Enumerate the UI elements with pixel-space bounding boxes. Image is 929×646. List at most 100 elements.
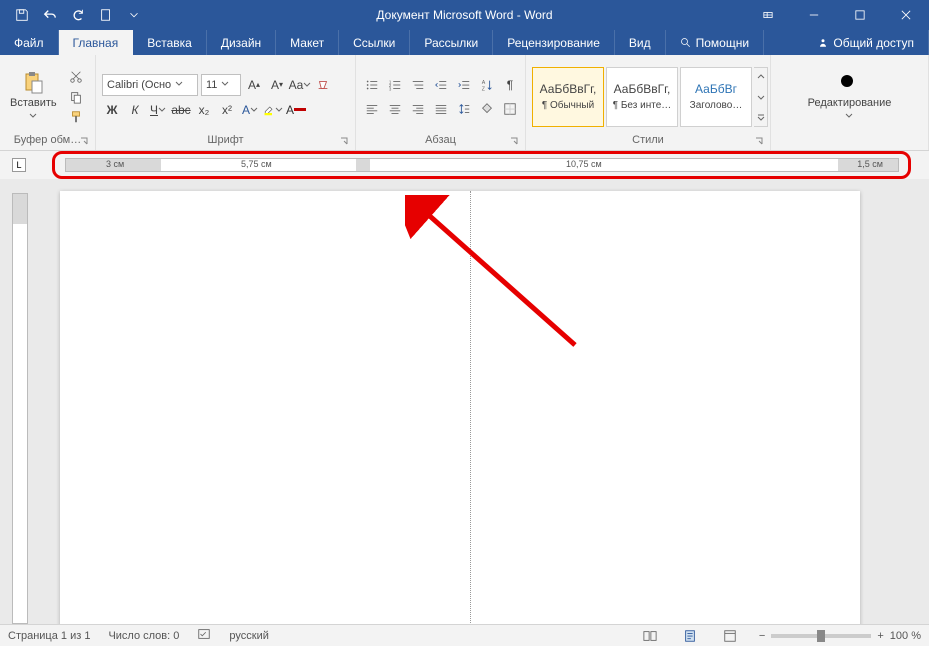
font-group-label: Шрифт bbox=[207, 134, 243, 146]
quick-access-toolbar bbox=[0, 3, 146, 27]
ribbon: Вставить Буфер обм… Calibri (Осно 11 A▴ … bbox=[0, 55, 929, 151]
tab-selector[interactable]: L bbox=[12, 158, 26, 172]
svg-text:3: 3 bbox=[389, 86, 392, 91]
ribbon-tabs: Файл Главная Вставка Дизайн Макет Ссылки… bbox=[0, 30, 929, 55]
group-editing: Редактирование bbox=[771, 55, 929, 150]
status-bar: Страница 1 из 1 Число слов: 0 русский − … bbox=[0, 624, 929, 646]
new-doc-button[interactable] bbox=[94, 3, 118, 27]
paste-button[interactable]: Вставить bbox=[6, 69, 61, 125]
style-no-spacing[interactable]: АаБбВвГг, ¶ Без инте… bbox=[606, 67, 678, 127]
tab-design[interactable]: Дизайн bbox=[207, 30, 276, 55]
tab-file[interactable]: Файл bbox=[0, 30, 59, 55]
ribbon-options-button[interactable] bbox=[745, 0, 791, 30]
group-font: Calibri (Осно 11 A▴ A▾ Aa Ж К Ч abc x₂ x… bbox=[96, 55, 356, 150]
tab-review[interactable]: Рецензирование bbox=[493, 30, 615, 55]
zoom-out-button[interactable]: − bbox=[759, 630, 765, 642]
decrease-indent-button[interactable] bbox=[431, 75, 451, 95]
tab-insert[interactable]: Вставка bbox=[133, 30, 207, 55]
show-marks-button[interactable]: ¶ bbox=[500, 75, 520, 95]
status-words[interactable]: Число слов: 0 bbox=[108, 630, 179, 642]
cut-button[interactable] bbox=[67, 68, 85, 86]
font-name-value: Calibri (Осно bbox=[107, 79, 171, 91]
font-launcher[interactable] bbox=[339, 136, 349, 146]
align-right-button[interactable] bbox=[408, 99, 428, 119]
close-button[interactable] bbox=[883, 0, 929, 30]
underline-button[interactable]: Ч bbox=[148, 100, 168, 120]
editing-button[interactable]: Редактирование bbox=[804, 69, 896, 125]
window-controls bbox=[745, 0, 929, 30]
window-title: Документ Microsoft Word - Word bbox=[376, 8, 552, 22]
editing-label: Редактирование bbox=[808, 97, 892, 109]
font-color-button[interactable]: A bbox=[286, 100, 306, 120]
redo-button[interactable] bbox=[66, 3, 90, 27]
strike-button[interactable]: abc bbox=[171, 100, 191, 120]
styles-launcher[interactable] bbox=[754, 136, 764, 146]
annotation-highlight bbox=[52, 151, 911, 179]
align-center-button[interactable] bbox=[385, 99, 405, 119]
clear-formatting-button[interactable] bbox=[313, 75, 333, 95]
superscript-button[interactable]: x² bbox=[217, 100, 237, 120]
grow-font-button[interactable]: A▴ bbox=[244, 75, 264, 95]
paragraph-label: Абзац bbox=[425, 134, 456, 146]
align-left-button[interactable] bbox=[362, 99, 382, 119]
justify-button[interactable] bbox=[431, 99, 451, 119]
bullets-button[interactable] bbox=[362, 75, 382, 95]
style-preview: АаБбВвГг, bbox=[540, 82, 597, 96]
status-page[interactable]: Страница 1 из 1 bbox=[8, 630, 90, 642]
subscript-button[interactable]: x₂ bbox=[194, 100, 214, 120]
shrink-font-button[interactable]: A▾ bbox=[267, 75, 287, 95]
tab-layout[interactable]: Макет bbox=[276, 30, 339, 55]
clipboard-launcher[interactable] bbox=[79, 136, 89, 146]
tab-share[interactable]: Общий доступ bbox=[803, 30, 929, 55]
highlight-button[interactable] bbox=[263, 100, 283, 120]
borders-button[interactable] bbox=[500, 99, 520, 119]
style-name: Заголово… bbox=[690, 100, 743, 111]
svg-text:Z: Z bbox=[482, 86, 486, 92]
format-painter-button[interactable] bbox=[67, 108, 85, 126]
status-language[interactable]: русский bbox=[229, 630, 268, 642]
style-gallery-scroll[interactable] bbox=[754, 67, 768, 127]
font-name-combo[interactable]: Calibri (Осно bbox=[102, 74, 198, 96]
zoom-slider[interactable] bbox=[771, 634, 871, 638]
qat-customize-button[interactable] bbox=[122, 3, 146, 27]
shading-button[interactable] bbox=[477, 99, 497, 119]
numbering-button[interactable]: 123 bbox=[385, 75, 405, 95]
save-button[interactable] bbox=[10, 3, 34, 27]
increase-indent-button[interactable] bbox=[454, 75, 474, 95]
document-page[interactable] bbox=[60, 191, 860, 624]
maximize-button[interactable] bbox=[837, 0, 883, 30]
bold-button[interactable]: Ж bbox=[102, 100, 122, 120]
undo-button[interactable] bbox=[38, 3, 62, 27]
zoom-value[interactable]: 100 % bbox=[890, 630, 921, 642]
tab-references[interactable]: Ссылки bbox=[339, 30, 410, 55]
paragraph-launcher[interactable] bbox=[509, 136, 519, 146]
group-styles: АаБбВвГг, ¶ Обычный АаБбВвГг, ¶ Без инте… bbox=[526, 55, 771, 150]
text-effects-button[interactable]: A bbox=[240, 100, 260, 120]
copy-button[interactable] bbox=[67, 88, 85, 106]
minimize-button[interactable] bbox=[791, 0, 837, 30]
view-web-button[interactable] bbox=[719, 627, 741, 645]
column-divider bbox=[470, 191, 471, 624]
line-spacing-button[interactable] bbox=[454, 99, 474, 119]
group-clipboard: Вставить Буфер обм… bbox=[0, 55, 96, 150]
status-proofing-icon[interactable] bbox=[197, 627, 211, 644]
style-heading1[interactable]: АаБбВг Заголово… bbox=[680, 67, 752, 127]
zoom-in-button[interactable]: + bbox=[877, 630, 883, 642]
style-normal[interactable]: АаБбВвГг, ¶ Обычный bbox=[532, 67, 604, 127]
view-print-button[interactable] bbox=[679, 627, 701, 645]
sort-button[interactable]: AZ bbox=[477, 75, 497, 95]
tab-home[interactable]: Главная bbox=[59, 30, 134, 55]
tab-mailings[interactable]: Рассылки bbox=[410, 30, 493, 55]
vertical-ruler[interactable] bbox=[12, 193, 28, 624]
change-case-button[interactable]: Aa bbox=[290, 75, 310, 95]
view-read-button[interactable] bbox=[639, 627, 661, 645]
title-bar: Документ Microsoft Word - Word bbox=[0, 0, 929, 30]
font-size-combo[interactable]: 11 bbox=[201, 74, 241, 96]
share-label: Общий доступ bbox=[833, 36, 914, 50]
tab-tell-me[interactable]: Помощни bbox=[666, 30, 764, 55]
multilevel-button[interactable] bbox=[408, 75, 428, 95]
horizontal-ruler-area: L 3 см 5,75 см 10,75 см 1,5 см bbox=[0, 151, 929, 179]
group-paragraph: 123 AZ ¶ Абзац bbox=[356, 55, 526, 150]
tab-view[interactable]: Вид bbox=[615, 30, 666, 55]
italic-button[interactable]: К bbox=[125, 100, 145, 120]
